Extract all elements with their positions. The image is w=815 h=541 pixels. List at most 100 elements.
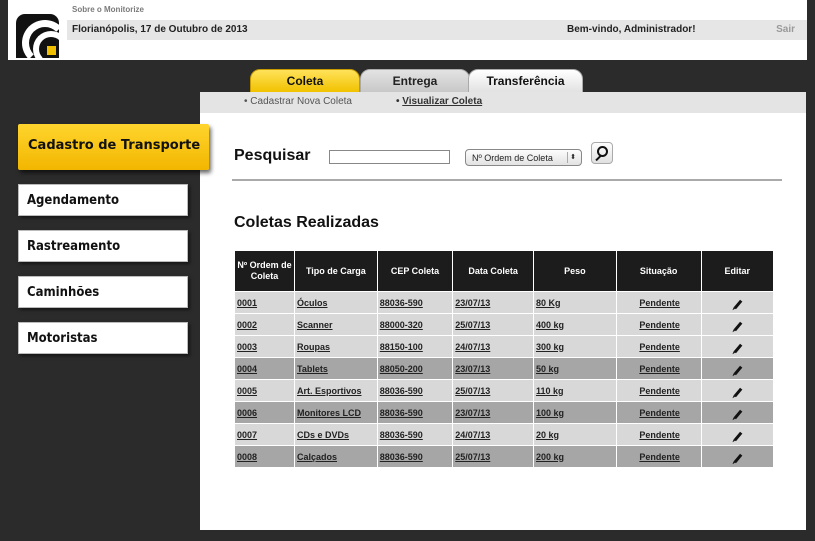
cell-peso[interactable]: 200 kg bbox=[532, 445, 617, 468]
cell-cep[interactable]: 88036-590 bbox=[376, 379, 454, 402]
select-arrows-icon: ⬍ bbox=[567, 152, 578, 163]
monitorize-logo[interactable] bbox=[16, 14, 59, 58]
cell-ordem[interactable]: 0006 bbox=[234, 401, 295, 424]
search-label: Pesquisar bbox=[234, 147, 311, 164]
cell-situacao[interactable]: Pendente bbox=[615, 445, 702, 468]
sidebar-item-motoristas[interactable]: Motoristas bbox=[18, 322, 188, 354]
cell-cep[interactable]: 88036-590 bbox=[376, 445, 454, 468]
cell-situacao[interactable]: Pendente bbox=[615, 401, 702, 424]
edit-button[interactable] bbox=[700, 423, 775, 446]
cell-peso[interactable]: 50 kg bbox=[532, 357, 617, 380]
coletas-table: Nº Ordem de Coleta Tipo de Carga CEP Col… bbox=[234, 250, 775, 468]
tab-transferencia[interactable]: Transferência bbox=[468, 69, 583, 93]
col-header-data: Data Coleta bbox=[452, 250, 534, 292]
subnav-view-coleta[interactable]: • Visualizar Coleta bbox=[396, 96, 482, 107]
cell-cep[interactable]: 88000-320 bbox=[376, 313, 454, 336]
cell-ordem[interactable]: 0007 bbox=[234, 423, 295, 446]
logout-link[interactable]: Sair bbox=[776, 24, 795, 35]
col-header-ordem: Nº Ordem de Coleta bbox=[234, 250, 295, 292]
table-row: 0002 Scanner 88000-320 25/07/13 400 kg P… bbox=[234, 313, 775, 336]
cell-peso[interactable]: 80 Kg bbox=[532, 291, 617, 314]
cell-tipo[interactable]: Tablets bbox=[294, 357, 378, 380]
logo-dot bbox=[47, 46, 56, 55]
cell-situacao[interactable]: Pendente bbox=[615, 313, 702, 336]
cell-situacao[interactable]: Pendente bbox=[615, 423, 702, 446]
tab-coleta[interactable]: Coleta bbox=[250, 69, 360, 93]
pencil-icon bbox=[733, 299, 743, 309]
date-location: Florianópolis, 17 de Outubro de 2013 bbox=[72, 24, 248, 35]
welcome-message: Bem-vindo, Administrador! bbox=[567, 24, 696, 35]
pencil-icon bbox=[733, 387, 743, 397]
cell-peso[interactable]: 100 kg bbox=[532, 401, 617, 424]
pencil-icon bbox=[733, 321, 743, 331]
cell-situacao[interactable]: Pendente bbox=[615, 379, 702, 402]
cell-situacao[interactable]: Pendente bbox=[615, 335, 702, 358]
cell-peso[interactable]: 20 kg bbox=[532, 423, 617, 446]
table-header-row: Nº Ordem de Coleta Tipo de Carga CEP Col… bbox=[234, 250, 775, 292]
edit-button[interactable] bbox=[700, 313, 775, 336]
cell-data[interactable]: 25/07/13 bbox=[452, 379, 534, 402]
cell-data[interactable]: 25/07/13 bbox=[452, 313, 534, 336]
cell-cep[interactable]: 88036-590 bbox=[376, 423, 454, 446]
cell-tipo[interactable]: CDs e DVDs bbox=[294, 423, 378, 446]
tab-entrega[interactable]: Entrega bbox=[360, 69, 470, 93]
cell-situacao[interactable]: Pendente bbox=[615, 291, 702, 314]
edit-button[interactable] bbox=[700, 401, 775, 424]
cell-tipo[interactable]: Art. Esportivos bbox=[294, 379, 378, 402]
edit-button[interactable] bbox=[700, 291, 775, 314]
sidebar-item-cadastro-transporte[interactable]: Cadastro de Transporte bbox=[18, 124, 209, 170]
cell-data[interactable]: 23/07/13 bbox=[452, 401, 534, 424]
cell-tipo[interactable]: Monitores LCD bbox=[294, 401, 378, 424]
cell-cep[interactable]: 88036-590 bbox=[376, 291, 454, 314]
cell-ordem[interactable]: 0001 bbox=[234, 291, 295, 314]
cell-data[interactable]: 23/07/13 bbox=[452, 291, 534, 314]
cell-ordem[interactable]: 0002 bbox=[234, 313, 295, 336]
app-header: Sobre o Monitorize Florianópolis, 17 de … bbox=[8, 0, 807, 60]
subnav-view-label: Visualizar Coleta bbox=[402, 96, 483, 107]
search-icon-handle bbox=[595, 154, 602, 162]
sidebar-item-rastreamento[interactable]: Rastreamento bbox=[18, 230, 188, 262]
divider bbox=[232, 179, 782, 181]
cell-tipo[interactable]: Óculos bbox=[294, 291, 378, 314]
cell-cep[interactable]: 88050-200 bbox=[376, 357, 454, 380]
search-input[interactable] bbox=[329, 150, 450, 164]
table-row: 0003 Roupas 88150-100 24/07/13 300 kg Pe… bbox=[234, 335, 775, 358]
cell-ordem[interactable]: 0008 bbox=[234, 445, 295, 468]
cell-peso[interactable]: 300 kg bbox=[532, 335, 617, 358]
cell-peso[interactable]: 110 kg bbox=[532, 379, 617, 402]
col-header-tipo: Tipo de Carga bbox=[294, 250, 378, 292]
pencil-icon bbox=[733, 453, 743, 463]
cell-tipo[interactable]: Scanner bbox=[294, 313, 378, 336]
cell-data[interactable]: 24/07/13 bbox=[452, 423, 534, 446]
header-info-bar: Florianópolis, 17 de Outubro de 2013 Bem… bbox=[67, 20, 807, 40]
sidebar-item-caminhoes[interactable]: Caminhões bbox=[18, 276, 188, 308]
edit-button[interactable] bbox=[700, 445, 775, 468]
cell-ordem[interactable]: 0005 bbox=[234, 379, 295, 402]
col-header-situacao: Situação bbox=[615, 250, 702, 292]
cell-data[interactable]: 23/07/13 bbox=[452, 357, 534, 380]
edit-button[interactable] bbox=[700, 379, 775, 402]
subnav-register-label: Cadastrar Nova Coleta bbox=[250, 96, 352, 107]
pencil-icon bbox=[733, 343, 743, 353]
col-header-cep: CEP Coleta bbox=[376, 250, 454, 292]
cell-peso[interactable]: 400 kg bbox=[532, 313, 617, 336]
cell-ordem[interactable]: 0003 bbox=[234, 335, 295, 358]
section-title: Coletas Realizadas bbox=[234, 214, 379, 231]
cell-tipo[interactable]: Roupas bbox=[294, 335, 378, 358]
cell-cep[interactable]: 88150-100 bbox=[376, 335, 454, 358]
cell-cep[interactable]: 88036-590 bbox=[376, 401, 454, 424]
about-link[interactable]: Sobre o Monitorize bbox=[67, 2, 807, 20]
cell-data[interactable]: 25/07/13 bbox=[452, 445, 534, 468]
col-header-peso: Peso bbox=[532, 250, 617, 292]
cell-ordem[interactable]: 0004 bbox=[234, 357, 295, 380]
subnav-register-coleta[interactable]: • Cadastrar Nova Coleta bbox=[244, 96, 352, 107]
edit-button[interactable] bbox=[700, 335, 775, 358]
search-filter-select[interactable]: Nº Ordem de Coleta ⬍ bbox=[465, 149, 582, 166]
sub-navigation: • Cadastrar Nova Coleta • Visualizar Col… bbox=[200, 92, 806, 113]
cell-tipo[interactable]: Calçados bbox=[294, 445, 378, 468]
sidebar-item-agendamento[interactable]: Agendamento bbox=[18, 184, 188, 216]
search-button[interactable] bbox=[591, 142, 613, 164]
cell-data[interactable]: 24/07/13 bbox=[452, 335, 534, 358]
edit-button[interactable] bbox=[700, 357, 775, 380]
cell-situacao[interactable]: Pendente bbox=[615, 357, 702, 380]
